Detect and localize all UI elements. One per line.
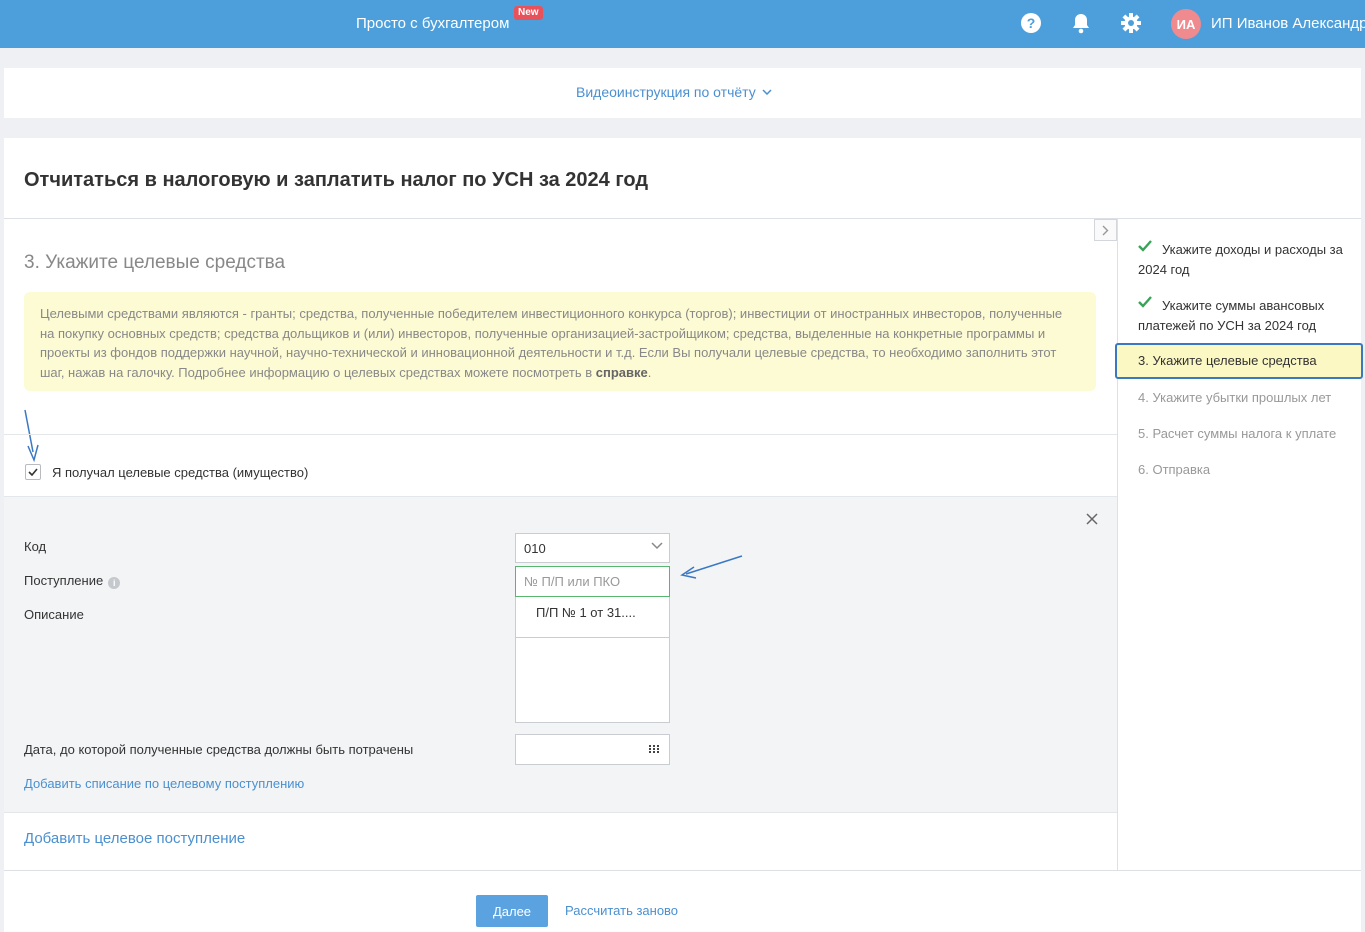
- recalculate-link[interactable]: Рассчитать заново: [565, 903, 678, 918]
- video-instruction-label: Видеоинструкция по отчёту: [576, 84, 756, 100]
- arrow-annotation-icon: [24, 409, 39, 463]
- step-label: Укажите суммы авансовых платежей по УСН …: [1138, 298, 1325, 333]
- sidebar-collapse-button[interactable]: [1094, 219, 1117, 241]
- main-panel: Отчитаться в налоговую и заплатить налог…: [4, 138, 1363, 932]
- avatar[interactable]: ИА: [1171, 9, 1201, 39]
- receipt-label-text: Поступление: [24, 573, 104, 588]
- step-label: 4. Укажите убытки прошлых лет: [1138, 390, 1332, 405]
- suggestion-item[interactable]: П/П № 1 от 31....: [536, 605, 636, 620]
- info-box: Целевыми средствами являются - гранты; с…: [24, 292, 1096, 391]
- close-icon[interactable]: [1083, 510, 1101, 528]
- step-item-tax-calc[interactable]: 5. Расчет суммы налога к уплате: [1138, 424, 1356, 444]
- step-item-losses[interactable]: 4. Укажите убытки прошлых лет: [1138, 388, 1356, 408]
- target-funds-checkbox[interactable]: [25, 464, 41, 480]
- step-item-target-funds[interactable]: 3. Укажите целевые средства: [1115, 343, 1363, 379]
- chevron-down-icon: [651, 542, 663, 550]
- add-target-receipt-link[interactable]: Добавить целевое поступление: [24, 830, 245, 847]
- divider: [4, 434, 1117, 435]
- info-text: Целевыми средствами являются - гранты; с…: [40, 306, 1063, 380]
- divider: [4, 870, 1361, 871]
- help-icon[interactable]: ?: [1020, 12, 1042, 34]
- receipt-input[interactable]: [515, 566, 670, 597]
- add-writeoff-link[interactable]: Добавить списание по целевому поступлени…: [24, 776, 304, 791]
- new-badge: New: [514, 6, 543, 20]
- target-funds-form: Код 010 Поступление i П/П № 1 от 31.... О…: [4, 496, 1117, 813]
- page-title: Отчитаться в налоговую и заплатить налог…: [24, 169, 649, 191]
- help-link[interactable]: справке: [596, 365, 648, 380]
- info-icon[interactable]: i: [108, 577, 121, 589]
- brand-link[interactable]: Просто с бухгалтером: [356, 15, 509, 32]
- chevron-down-icon: [762, 89, 772, 95]
- check-icon: [28, 468, 38, 476]
- gear-icon[interactable]: [1120, 12, 1142, 34]
- date-input[interactable]: [515, 734, 670, 765]
- video-instruction-bar: Видеоинструкция по отчёту: [4, 68, 1361, 118]
- calendar-icon[interactable]: [649, 745, 659, 753]
- step-item-send[interactable]: 6. Отправка: [1138, 460, 1356, 480]
- code-label: Код: [24, 539, 47, 554]
- date-label: Дата, до которой полученные средства дол…: [24, 742, 414, 757]
- step-item-advances[interactable]: Укажите суммы авансовых платежей по УСН …: [1138, 296, 1356, 336]
- step-label: 5. Расчет суммы налога к уплате: [1138, 426, 1337, 441]
- steps-sidebar: Укажите доходы и расходы за 2024 год Ука…: [1115, 218, 1363, 870]
- arrow-annotation-icon: [680, 555, 743, 579]
- step-label: Укажите доходы и расходы за 2024 год: [1138, 242, 1343, 277]
- step-heading: 3. Укажите целевые средства: [24, 252, 286, 273]
- video-instruction-link[interactable]: Видеоинструкция по отчёту: [576, 84, 772, 100]
- receipt-suggestions: П/П № 1 от 31....: [515, 597, 670, 638]
- description-label: Описание: [24, 607, 84, 622]
- code-value: 010: [524, 541, 546, 556]
- receipt-label: Поступление i: [24, 573, 121, 589]
- target-funds-checkbox-label[interactable]: Я получал целевые средства (имущество): [52, 465, 308, 480]
- description-textarea[interactable]: [515, 638, 670, 723]
- svg-text:?: ?: [1027, 15, 1036, 31]
- chevron-right-icon: [1102, 225, 1109, 235]
- bell-icon[interactable]: [1070, 12, 1092, 34]
- check-icon: [1138, 296, 1152, 308]
- step-label: 3. Укажите целевые средства: [1138, 353, 1317, 368]
- code-select[interactable]: 010: [515, 533, 670, 563]
- info-end: .: [647, 364, 652, 380]
- user-name[interactable]: ИП Иванов Александр: [1211, 15, 1365, 32]
- step-item-income[interactable]: Укажите доходы и расходы за 2024 год: [1138, 240, 1356, 280]
- top-bar: Просто с бухгалтером New ? ИА ИП Иванов …: [0, 0, 1365, 48]
- check-icon: [1138, 240, 1152, 252]
- step-label: 6. Отправка: [1138, 462, 1211, 477]
- next-button[interactable]: Далее: [476, 895, 548, 927]
